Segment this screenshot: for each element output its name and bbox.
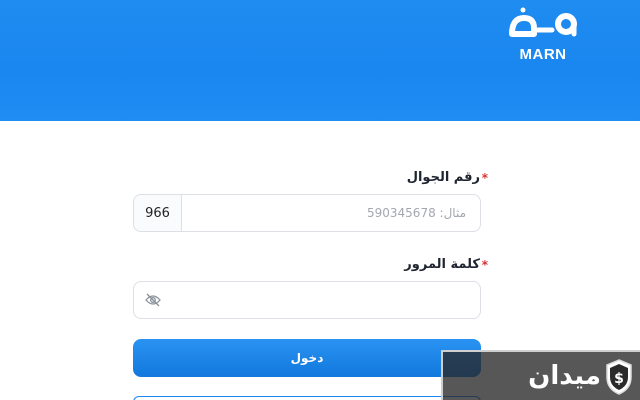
password-field xyxy=(133,281,481,319)
marn-arabic-wordmark xyxy=(509,7,577,37)
password-label: كلمة المرور xyxy=(404,257,480,272)
app-header: MARN xyxy=(0,0,640,121)
watermark-symbol: $ xyxy=(614,371,624,387)
country-code[interactable]: 966 xyxy=(134,195,182,231)
phone-required-mark: * xyxy=(481,171,488,185)
secondary-button-edge[interactable] xyxy=(133,396,481,400)
watermark-overlay: ميدان المال $ xyxy=(441,350,640,400)
login-button[interactable]: دخول xyxy=(133,339,481,377)
watermark-text: ميدان المال xyxy=(528,361,601,391)
shield-dollar-icon: $ xyxy=(606,359,632,395)
eye-off-icon[interactable] xyxy=(145,293,161,307)
phone-field: 966 xyxy=(133,194,481,232)
phone-input[interactable] xyxy=(182,195,480,231)
password-required-mark: * xyxy=(481,258,488,272)
marn-logo: MARN xyxy=(508,6,578,63)
password-input[interactable] xyxy=(170,282,480,318)
marn-latin-wordmark: MARN xyxy=(519,46,567,63)
phone-label: رقم الجوال xyxy=(406,170,480,185)
